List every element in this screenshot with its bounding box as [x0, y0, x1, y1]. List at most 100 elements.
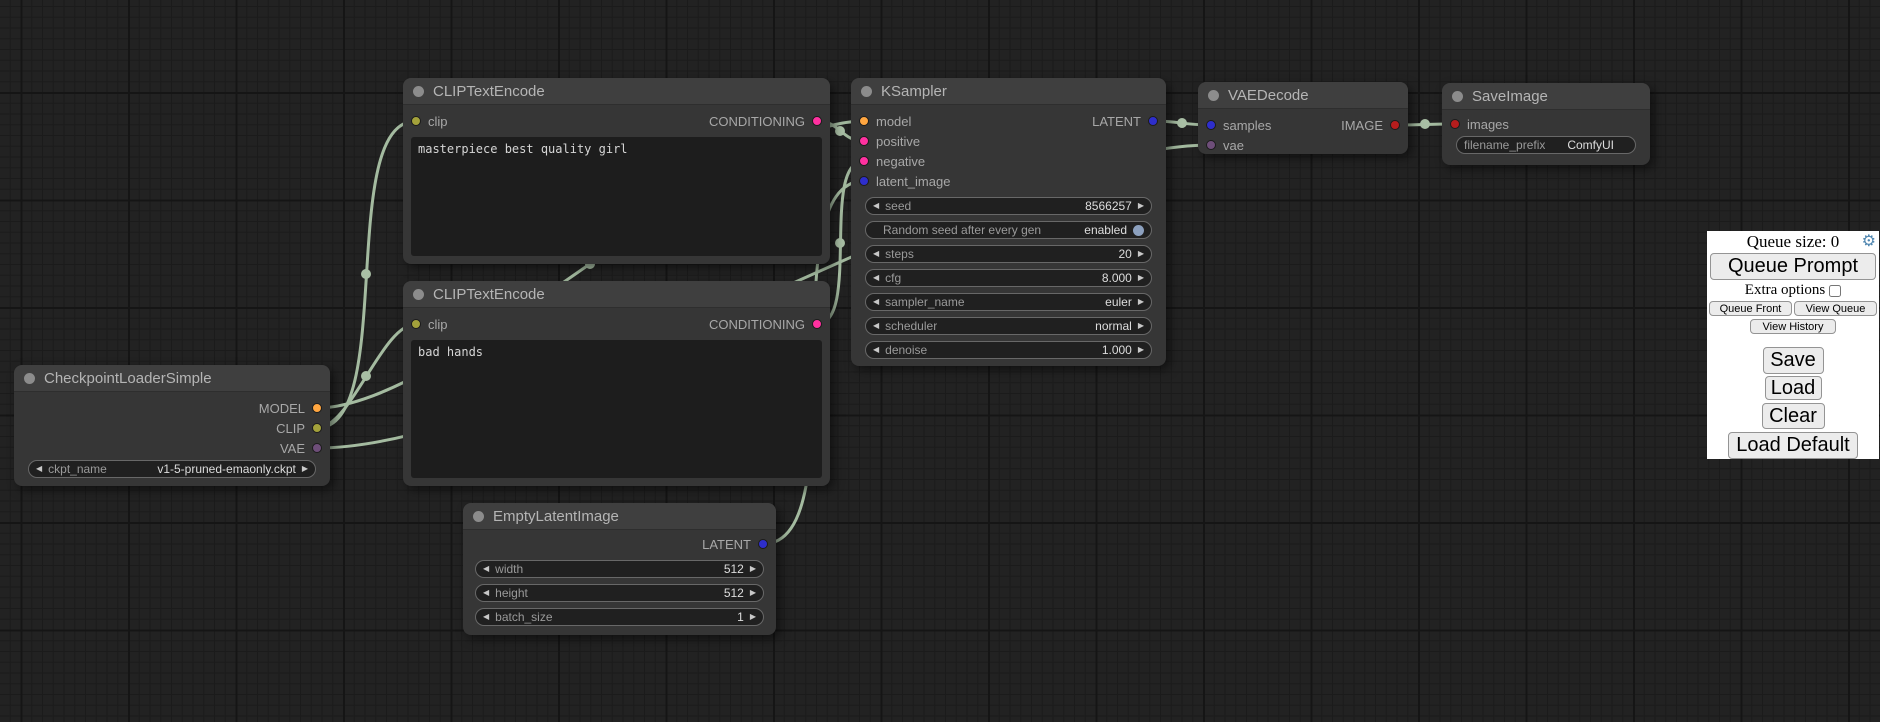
vae-input-dot[interactable]: [1206, 140, 1216, 150]
widget-label: Random seed after every gen: [873, 223, 1041, 237]
prompt-textarea[interactable]: masterpiece best quality girl: [411, 137, 822, 256]
conditioning-output-dot[interactable]: [812, 319, 822, 329]
slot-row: VAE: [14, 438, 330, 458]
comfyui-canvas[interactable]: CheckpointLoaderSimple MODEL CLIP VAE ◀ …: [0, 0, 1880, 722]
node-checkpoint-loader-simple[interactable]: CheckpointLoaderSimple MODEL CLIP VAE ◀ …: [14, 365, 330, 486]
load-button[interactable]: Load: [1765, 376, 1822, 400]
filename-prefix-widget[interactable]: filename_prefix ComfyUI: [1456, 136, 1636, 154]
latent-output-dot[interactable]: [758, 539, 768, 549]
node-vae-decode[interactable]: VAEDecode samples IMAGE vae: [1198, 82, 1408, 154]
toggle-knob-icon[interactable]: [1133, 225, 1144, 236]
node-title-bar[interactable]: KSampler: [851, 78, 1166, 105]
steps-widget[interactable]: ◀ steps 20 ▶: [865, 245, 1152, 263]
decrement-arrow-icon[interactable]: ◀: [36, 465, 42, 473]
batch-size-widget[interactable]: ◀ batch_size 1 ▶: [475, 608, 764, 626]
seed-widget[interactable]: ◀ seed 8566257 ▶: [865, 197, 1152, 215]
node-title: CLIPTextEncode: [433, 83, 545, 100]
increment-arrow-icon[interactable]: ▶: [1138, 202, 1144, 210]
node-title-bar[interactable]: CheckpointLoaderSimple: [14, 365, 330, 392]
node-title-bar[interactable]: EmptyLatentImage: [463, 503, 776, 530]
collapse-dot[interactable]: [24, 373, 35, 384]
widget-label: height: [495, 586, 528, 600]
clip-input-dot[interactable]: [411, 116, 421, 126]
slot-row: LATENT: [463, 534, 776, 554]
samples-input-dot[interactable]: [1206, 120, 1216, 130]
cfg-widget[interactable]: ◀ cfg 8.000 ▶: [865, 269, 1152, 287]
latent-output-dot[interactable]: [1148, 116, 1158, 126]
node-clip-text-encode-positive[interactable]: CLIPTextEncode clip CONDITIONING masterp…: [403, 78, 830, 264]
node-title: EmptyLatentImage: [493, 508, 619, 525]
load-default-button[interactable]: Load Default: [1728, 432, 1858, 459]
clip-output-dot[interactable]: [312, 423, 322, 433]
increment-arrow-icon[interactable]: ▶: [1138, 274, 1144, 282]
ckpt-name-widget[interactable]: ◀ ckpt_name v1-5-pruned-emaonly.ckpt ▶: [28, 460, 316, 478]
node-title-bar[interactable]: CLIPTextEncode: [403, 281, 830, 308]
random-seed-toggle-widget[interactable]: Random seed after every gen enabled: [865, 221, 1152, 239]
collapse-dot[interactable]: [1452, 91, 1463, 102]
decrement-arrow-icon[interactable]: ◀: [873, 202, 879, 210]
slot-row: samples IMAGE: [1198, 115, 1408, 135]
widget-label: denoise: [885, 343, 927, 357]
node-empty-latent-image[interactable]: EmptyLatentImage LATENT ◀ width 512 ▶ ◀ …: [463, 503, 776, 635]
node-title: KSampler: [881, 83, 947, 100]
prompt-textarea[interactable]: bad hands: [411, 340, 822, 478]
queue-prompt-button[interactable]: Queue Prompt: [1710, 253, 1876, 280]
queue-front-button[interactable]: Queue Front: [1709, 301, 1792, 316]
increment-arrow-icon[interactable]: ▶: [1138, 346, 1144, 354]
increment-arrow-icon[interactable]: ▶: [1138, 250, 1144, 258]
widget-value: 8566257: [1085, 199, 1132, 213]
node-title-bar[interactable]: CLIPTextEncode: [403, 78, 830, 105]
decrement-arrow-icon[interactable]: ◀: [873, 250, 879, 258]
node-clip-text-encode-negative[interactable]: CLIPTextEncode clip CONDITIONING bad han…: [403, 281, 830, 486]
clear-button[interactable]: Clear: [1762, 403, 1825, 429]
view-queue-button[interactable]: View Queue: [1794, 301, 1877, 316]
widget-value: v1-5-pruned-emaonly.ckpt: [157, 462, 296, 476]
output-label: LATENT: [1092, 114, 1141, 129]
width-widget[interactable]: ◀ width 512 ▶: [475, 560, 764, 578]
vae-output-dot[interactable]: [312, 443, 322, 453]
collapse-dot[interactable]: [473, 511, 484, 522]
decrement-arrow-icon[interactable]: ◀: [483, 613, 489, 621]
images-input-dot[interactable]: [1450, 119, 1460, 129]
widget-value: normal: [1095, 319, 1132, 333]
increment-arrow-icon[interactable]: ▶: [1138, 298, 1144, 306]
image-output-dot[interactable]: [1390, 120, 1400, 130]
denoise-widget[interactable]: ◀ denoise 1.000 ▶: [865, 341, 1152, 359]
slot-row: latent_image: [851, 171, 1166, 191]
increment-arrow-icon[interactable]: ▶: [750, 565, 756, 573]
model-input-dot[interactable]: [859, 116, 869, 126]
latent-image-input-dot[interactable]: [859, 176, 869, 186]
increment-arrow-icon[interactable]: ▶: [302, 465, 308, 473]
node-title: VAEDecode: [1228, 87, 1309, 104]
collapse-dot[interactable]: [861, 86, 872, 97]
widget-value: 1: [737, 610, 744, 624]
collapse-dot[interactable]: [413, 289, 424, 300]
model-output-dot[interactable]: [312, 403, 322, 413]
view-history-button[interactable]: View History: [1750, 319, 1836, 334]
clip-input-dot[interactable]: [411, 319, 421, 329]
settings-gear-icon[interactable]: ⚙: [1862, 231, 1876, 252]
decrement-arrow-icon[interactable]: ◀: [483, 589, 489, 597]
sampler-name-widget[interactable]: ◀ sampler_name euler ▶: [865, 293, 1152, 311]
collapse-dot[interactable]: [1208, 90, 1219, 101]
node-title-bar[interactable]: VAEDecode: [1198, 82, 1408, 109]
node-title-bar[interactable]: SaveImage: [1442, 83, 1650, 110]
node-ksampler[interactable]: KSampler model LATENT positive negative: [851, 78, 1166, 366]
decrement-arrow-icon[interactable]: ◀: [873, 274, 879, 282]
decrement-arrow-icon[interactable]: ◀: [873, 298, 879, 306]
positive-input-dot[interactable]: [859, 136, 869, 146]
decrement-arrow-icon[interactable]: ◀: [483, 565, 489, 573]
height-widget[interactable]: ◀ height 512 ▶: [475, 584, 764, 602]
conditioning-output-dot[interactable]: [812, 116, 822, 126]
extra-options-checkbox[interactable]: [1829, 285, 1841, 297]
decrement-arrow-icon[interactable]: ◀: [873, 346, 879, 354]
scheduler-widget[interactable]: ◀ scheduler normal ▶: [865, 317, 1152, 335]
decrement-arrow-icon[interactable]: ◀: [873, 322, 879, 330]
save-button[interactable]: Save: [1763, 347, 1824, 374]
increment-arrow-icon[interactable]: ▶: [750, 589, 756, 597]
increment-arrow-icon[interactable]: ▶: [1138, 322, 1144, 330]
collapse-dot[interactable]: [413, 86, 424, 97]
node-save-image[interactable]: SaveImage images filename_prefix ComfyUI: [1442, 83, 1650, 165]
negative-input-dot[interactable]: [859, 156, 869, 166]
increment-arrow-icon[interactable]: ▶: [750, 613, 756, 621]
